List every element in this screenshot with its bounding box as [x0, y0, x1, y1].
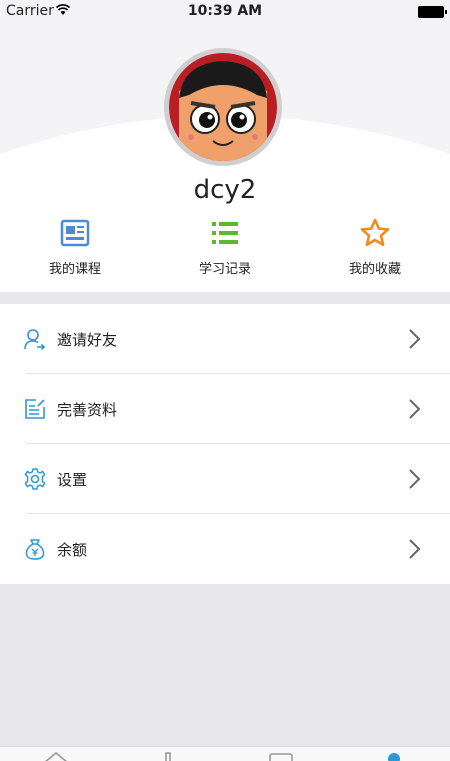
- my-favorites-label: 我的收藏: [348, 262, 401, 277]
- menu-label: 邀请好友: [57, 331, 118, 349]
- my-courses-label: 我的课程: [48, 262, 101, 277]
- avatar[interactable]: [164, 48, 282, 166]
- list-icon: [212, 222, 238, 244]
- gear-icon: [24, 468, 46, 490]
- course-tab-icon[interactable]: [155, 750, 181, 761]
- clock: 10:39 AM: [187, 3, 263, 19]
- study-records-label: 学习记录: [198, 262, 251, 277]
- settings-menu: 邀请好友 完善资料 设置 余额: [0, 304, 450, 584]
- menu-item-balance[interactable]: 余额: [0, 514, 450, 584]
- status-bar: Carrier 10:39 AM: [0, 0, 450, 22]
- menu-item-invite-friends[interactable]: 邀请好友: [0, 304, 450, 374]
- menu-label: 完善资料: [57, 401, 118, 419]
- section-divider: [0, 292, 450, 304]
- chevron-right-icon: [409, 399, 421, 419]
- tab-bar: [0, 746, 450, 761]
- study-records-button[interactable]: 学习记录: [150, 218, 300, 277]
- menu-item-complete-profile[interactable]: 完善资料: [0, 374, 450, 444]
- battery-icon: [418, 6, 447, 18]
- edit-profile-icon: [25, 399, 45, 419]
- profile-tab-icon[interactable]: [381, 750, 407, 761]
- message-tab-icon[interactable]: [268, 750, 294, 761]
- course-icon: [60, 219, 90, 247]
- chevron-right-icon: [409, 329, 421, 349]
- menu-item-settings[interactable]: 设置: [0, 444, 450, 514]
- invite-user-icon: [24, 329, 46, 350]
- avatar-face-icon: [169, 53, 277, 161]
- menu-label: 设置: [57, 471, 88, 489]
- my-favorites-button[interactable]: 我的收藏: [300, 218, 450, 277]
- home-tab-icon[interactable]: [43, 750, 69, 761]
- my-courses-button[interactable]: 我的课程: [0, 218, 150, 277]
- username: dcy2: [193, 175, 257, 205]
- menu-label: 余额: [57, 541, 88, 559]
- star-icon: [360, 218, 390, 247]
- chevron-right-icon: [409, 539, 421, 559]
- profile-header: dcy2 我的课程 学习记录 我的收藏: [0, 22, 450, 292]
- chevron-right-icon: [409, 469, 421, 489]
- money-bag-icon: [25, 539, 45, 560]
